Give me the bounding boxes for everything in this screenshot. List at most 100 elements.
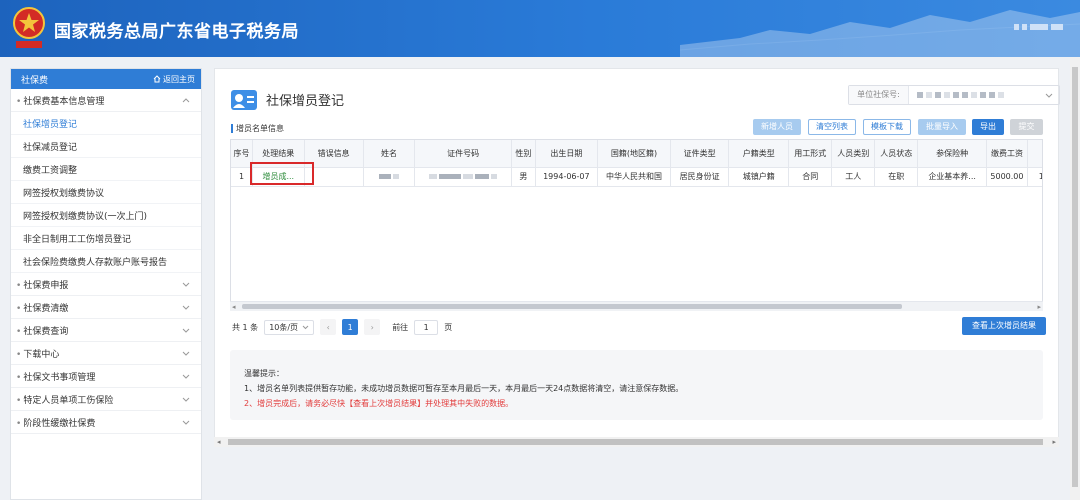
sidebar-group-label: 下载中心	[16, 347, 59, 360]
tips-panel: 温馨提示： 1、增员名单列表提供暂存功能，未成功增员数据可暂存至本月最后一天，本…	[230, 350, 1043, 420]
col-gender: 性别	[511, 140, 536, 168]
sidebar-item-add-staff[interactable]: 社保增员登记	[11, 112, 201, 135]
sidebar-item-online-agreement[interactable]: 网签授权划缴费协议	[11, 181, 201, 204]
home-link[interactable]: 返回主页	[153, 74, 195, 85]
home-icon	[153, 75, 161, 83]
unit-social-number-select[interactable]: 单位社保号:	[848, 85, 1060, 105]
sidebar-group-download[interactable]: 下载中心	[11, 342, 201, 365]
col-wage: 缴费工资	[986, 140, 1028, 168]
total-count: 共 1 条	[232, 322, 259, 332]
cell-id-number-redacted	[414, 167, 513, 187]
user-info-redacted[interactable]	[1014, 23, 1066, 31]
sidebar-item-part-time-injury[interactable]: 非全日制用工工伤增员登记	[11, 227, 201, 250]
sidebar-group-label: 社保费查询	[16, 324, 68, 337]
sidebar-group-label: 社保费清缴	[16, 301, 68, 314]
cell-category: 工人	[831, 167, 876, 187]
col-household: 户籍类型	[728, 140, 790, 168]
page-horizontal-scrollbar[interactable]: ◂ ▸	[214, 437, 1059, 447]
cell-extra: 1300	[1027, 167, 1042, 187]
cell-status: 在职	[874, 167, 919, 187]
scroll-left-icon[interactable]: ◂	[217, 438, 221, 446]
col-employment: 用工形式	[788, 140, 833, 168]
section-title: 增员名单信息	[231, 124, 284, 133]
sidebar-item-online-agreement-once[interactable]: 网签授权划缴费协议(一次上门)	[11, 204, 201, 227]
chevron-down-icon	[182, 328, 190, 333]
cell-household: 城镇户籍	[728, 167, 790, 187]
sidebar: 社保费 返回主页 社保费基本信息管理 社保增员登记 社保减员登记 缴费工资调整 …	[10, 68, 202, 500]
table-header-row: 序号 处理结果 错误信息 姓名 证件号码 性别 出生日期 国籍(地区籍) 证件类…	[231, 140, 1042, 168]
sidebar-group-basic-info[interactable]: 社保费基本信息管理	[11, 89, 201, 112]
pagination: 共 1 条 10条/页 ‹ 1 › 前往 1 页	[232, 319, 452, 335]
col-category: 人员类别	[831, 140, 876, 168]
sidebar-group-clearance[interactable]: 社保费清缴	[11, 296, 201, 319]
sidebar-item-reduce-staff[interactable]: 社保减员登记	[11, 135, 201, 158]
col-nationality: 国籍(地区籍)	[597, 140, 672, 168]
submit-button[interactable]: 提交	[1010, 119, 1043, 135]
goto-label: 前往	[392, 322, 409, 332]
batch-import-button[interactable]: 批量导入	[918, 119, 966, 135]
cell-gender: 男	[511, 167, 536, 187]
col-extra: 手	[1027, 140, 1042, 168]
scroll-right-icon[interactable]: ▸	[1037, 303, 1041, 311]
cell-birth: 1994-06-07	[535, 167, 599, 187]
tax-emblem-icon	[13, 7, 45, 48]
staff-table: 序号 处理结果 错误信息 姓名 证件号码 性别 出生日期 国籍(地区籍) 证件类…	[230, 139, 1043, 311]
unit-social-number-redacted	[909, 92, 1043, 98]
export-button[interactable]: 导出	[972, 119, 1004, 135]
scrollbar-thumb[interactable]	[228, 439, 1043, 445]
cell-id-type: 居民身份证	[670, 167, 730, 187]
page-size-select[interactable]: 10条/页	[264, 319, 315, 335]
sidebar-group-label: 社保费基本信息管理	[16, 94, 104, 107]
page-vertical-scrollbar[interactable]	[1070, 57, 1080, 500]
page-title: 社保增员登记	[266, 94, 345, 109]
sidebar-group-label: 社保文书事项管理	[16, 370, 95, 383]
template-download-button[interactable]: 模板下载	[863, 119, 911, 135]
view-last-result-button[interactable]: 查看上次增员结果	[962, 317, 1046, 335]
scrollbar-thumb[interactable]	[242, 304, 902, 309]
col-id-number: 证件号码	[414, 140, 513, 168]
chevron-down-icon	[182, 420, 190, 425]
tips-title: 温馨提示：	[244, 369, 284, 378]
cell-employment: 合同	[788, 167, 833, 187]
cell-name-redacted	[363, 167, 416, 187]
cell-insurance: 企业基本养...	[917, 167, 988, 187]
sidebar-group-declare[interactable]: 社保费申报	[11, 273, 201, 296]
main-panel: 社保增员登记 单位社保号: 增员名单信息 新增人员 清空列表 模板下载 批量导入…	[214, 68, 1060, 444]
current-page[interactable]: 1	[342, 319, 359, 335]
page-unit: 页	[444, 322, 453, 332]
sidebar-item-wage-adjust[interactable]: 缴费工资调整	[11, 158, 201, 181]
chevron-down-icon	[182, 374, 190, 379]
sidebar-group-label: 特定人员单项工伤保险	[16, 393, 113, 406]
sidebar-group-query[interactable]: 社保费查询	[11, 319, 201, 342]
tips-line-2: 2、增员完成后，请务必尽快【查看上次增员结果】并处理其中失败的数据。	[244, 399, 514, 408]
user-card-icon	[231, 90, 257, 110]
page-size-value: 10条/页	[269, 322, 299, 332]
sidebar-group-documents[interactable]: 社保文书事项管理	[11, 365, 201, 388]
scrollbar-thumb[interactable]	[1072, 67, 1078, 487]
chevron-down-icon	[302, 325, 309, 330]
scroll-right-icon[interactable]: ▸	[1052, 438, 1056, 446]
home-link-label: 返回主页	[163, 74, 195, 84]
scroll-left-icon[interactable]: ◂	[232, 303, 236, 311]
sidebar-group-deferral[interactable]: 阶段性缓缴社保费	[11, 411, 201, 434]
clear-list-button[interactable]: 清空列表	[808, 119, 856, 135]
top-header: 国家税务总局广东省电子税务局	[0, 0, 1080, 57]
sidebar-group-injury-insurance[interactable]: 特定人员单项工伤保险	[11, 388, 201, 411]
sidebar-title: 社保费	[21, 75, 49, 86]
col-status: 人员状态	[874, 140, 919, 168]
table-row[interactable]: 1 增员成... 男 1994-06-07 中华人民共和国 居民身份证 城镇户籍…	[231, 167, 1042, 187]
tips-line-1: 1、增员名单列表提供暂存功能，未成功增员数据可暂存至本月最后一天，本月最后一天2…	[244, 384, 684, 393]
goto-page-input[interactable]: 1	[414, 319, 439, 335]
next-page-button[interactable]: ›	[364, 319, 381, 335]
chevron-down-icon	[182, 305, 190, 310]
col-insurance: 参保险种	[917, 140, 988, 168]
cell-nationality: 中华人民共和国	[597, 167, 672, 187]
chevron-up-icon	[182, 98, 190, 103]
add-staff-button[interactable]: 新增人员	[753, 119, 801, 135]
prev-page-button[interactable]: ‹	[320, 319, 337, 335]
chevron-down-icon	[1045, 93, 1053, 98]
sidebar-item-bank-account-report[interactable]: 社会保险费缴费人存款账户账号报告	[11, 250, 201, 273]
cell-wage: 5000.00	[986, 167, 1028, 187]
chevron-down-icon	[182, 351, 190, 356]
table-horizontal-scrollbar[interactable]: ◂ ▸	[230, 301, 1043, 311]
